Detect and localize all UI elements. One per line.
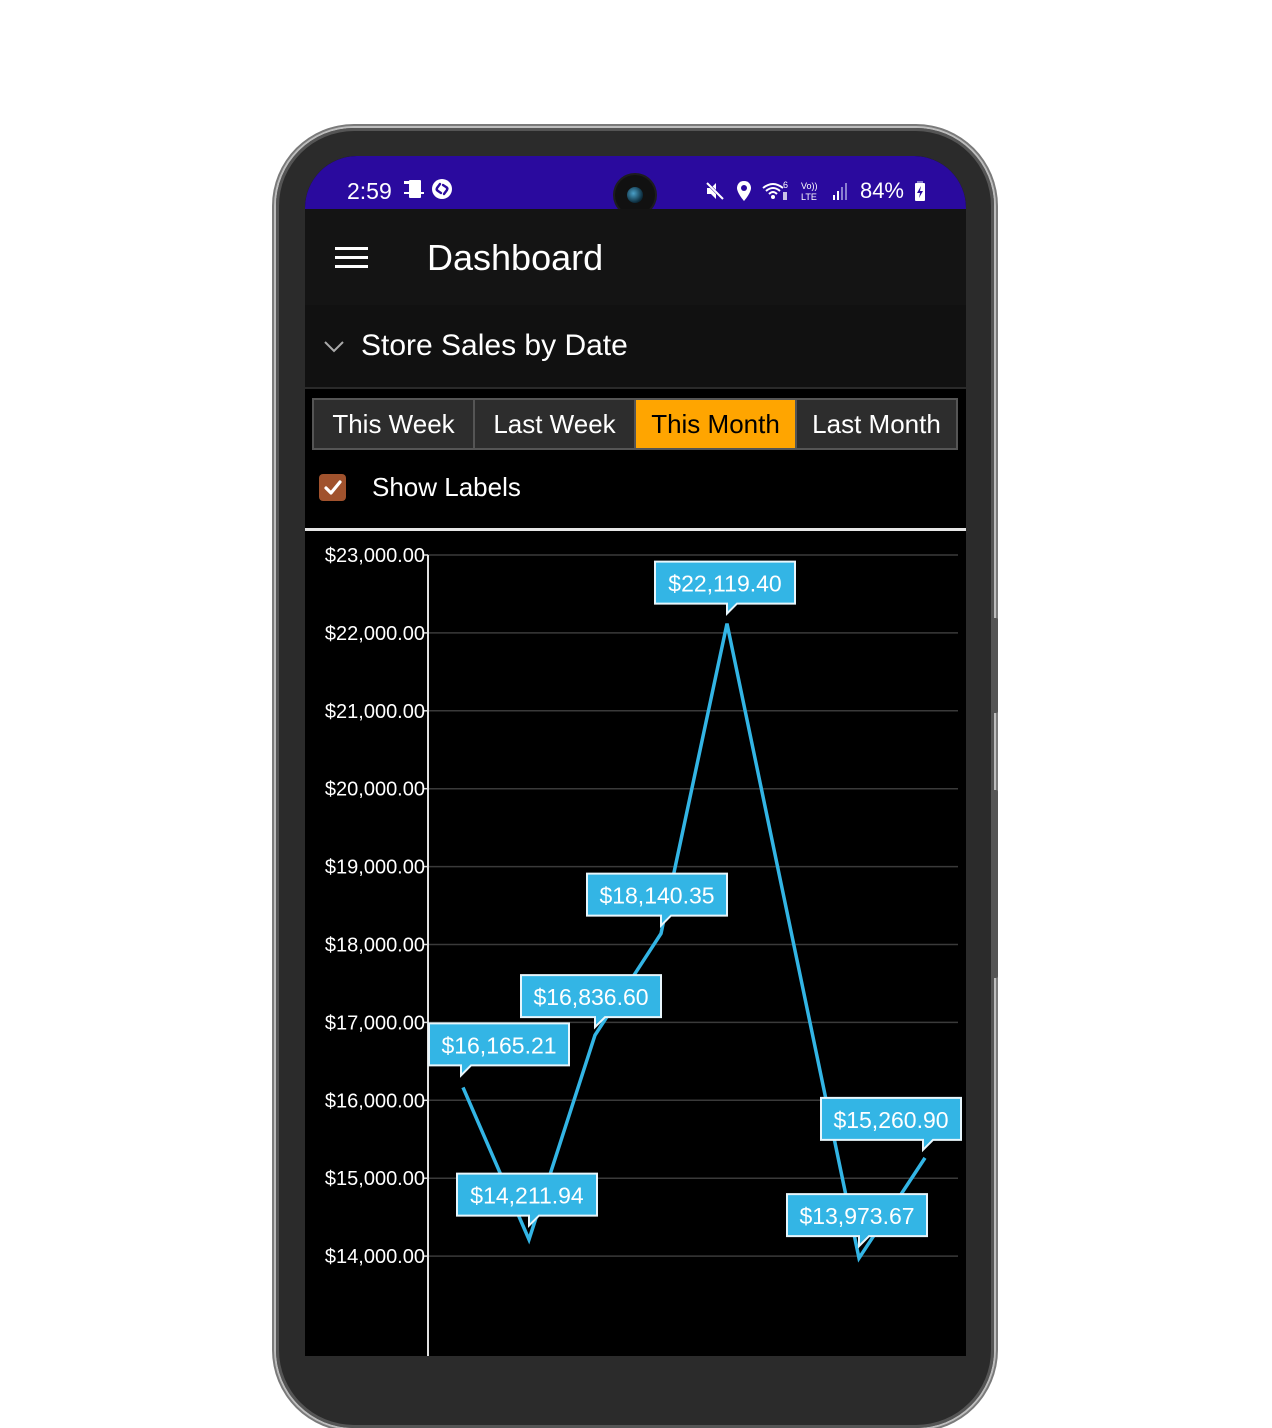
show-labels-toggle[interactable]: Show Labels: [319, 472, 521, 503]
status-bar: 2:59 6 Vo)) LTE 84%: [305, 156, 966, 215]
data-label: $14,211.94: [470, 1183, 584, 1209]
data-label: $18,140.35: [599, 883, 714, 909]
y-tick-label: $16,000.00: [325, 1090, 425, 1112]
show-labels-label: Show Labels: [372, 472, 521, 502]
power-button: [992, 790, 998, 978]
y-tick-label: $23,000.00: [325, 545, 425, 567]
show-labels-checkbox[interactable]: [319, 474, 346, 501]
volte-icon: Vo)) LTE: [801, 181, 818, 202]
svg-text:6: 6: [783, 180, 788, 190]
chevron-down-icon[interactable]: [323, 335, 345, 357]
tab-last-week[interactable]: Last Week: [475, 400, 634, 448]
y-tick-label: $15,000.00: [325, 1168, 425, 1190]
sales-line-chart: $23,000.00 $22,000.00 $21,000.00 $20,000.00…: [325, 545, 962, 1356]
series-line: [461, 623, 927, 1263]
section-title: Store Sales by Date: [361, 329, 628, 362]
hamburger-menu-icon[interactable]: [335, 247, 368, 269]
y-tick-label: $18,000.00: [325, 935, 425, 957]
phone-screen: 2:59 6 Vo)) LTE 84% Dashboard Store Sale…: [305, 156, 966, 1356]
mute-icon: [705, 181, 725, 201]
section-header-store-sales[interactable]: Store Sales by Date: [305, 305, 966, 389]
location-icon: [736, 181, 751, 201]
svg-text:LTE: LTE: [801, 192, 817, 202]
data-label: $15,260.90: [833, 1107, 948, 1133]
tab-this-week[interactable]: This Week: [314, 400, 473, 448]
wifi-6-icon: 6: [762, 180, 788, 200]
page-title: Dashboard: [427, 237, 604, 278]
shazam-icon: [432, 179, 452, 199]
y-tick-label: $17,000.00: [325, 1012, 425, 1034]
status-time: 2:59: [347, 178, 392, 204]
data-label: $13,973.67: [799, 1203, 914, 1229]
data-label: $16,836.60: [533, 984, 648, 1010]
y-tick-label: $14,000.00: [325, 1246, 425, 1268]
date-range-tabs: This Week Last Week This Month Last Mont…: [312, 398, 958, 450]
battery-charging-icon: [915, 181, 925, 201]
tab-this-month[interactable]: This Month: [636, 400, 795, 448]
battery-percent: 84%: [859, 178, 904, 203]
y-tick-label: $20,000.00: [325, 779, 425, 801]
checkmark-icon: [323, 479, 342, 495]
volume-button: [992, 618, 998, 713]
svg-text:Vo)): Vo)): [801, 181, 818, 191]
app-bar: Dashboard: [305, 209, 966, 305]
y-tick-label: $19,000.00: [325, 857, 425, 879]
data-label: $16,165.21: [441, 1032, 556, 1058]
tab-last-month[interactable]: Last Month: [797, 400, 956, 448]
screen-mirror-icon: [404, 180, 424, 198]
y-tick-label: $21,000.00: [325, 701, 425, 723]
signal-icon: [832, 183, 847, 200]
data-label: $22,119.40: [668, 571, 781, 597]
y-tick-label: $22,000.00: [325, 623, 425, 645]
